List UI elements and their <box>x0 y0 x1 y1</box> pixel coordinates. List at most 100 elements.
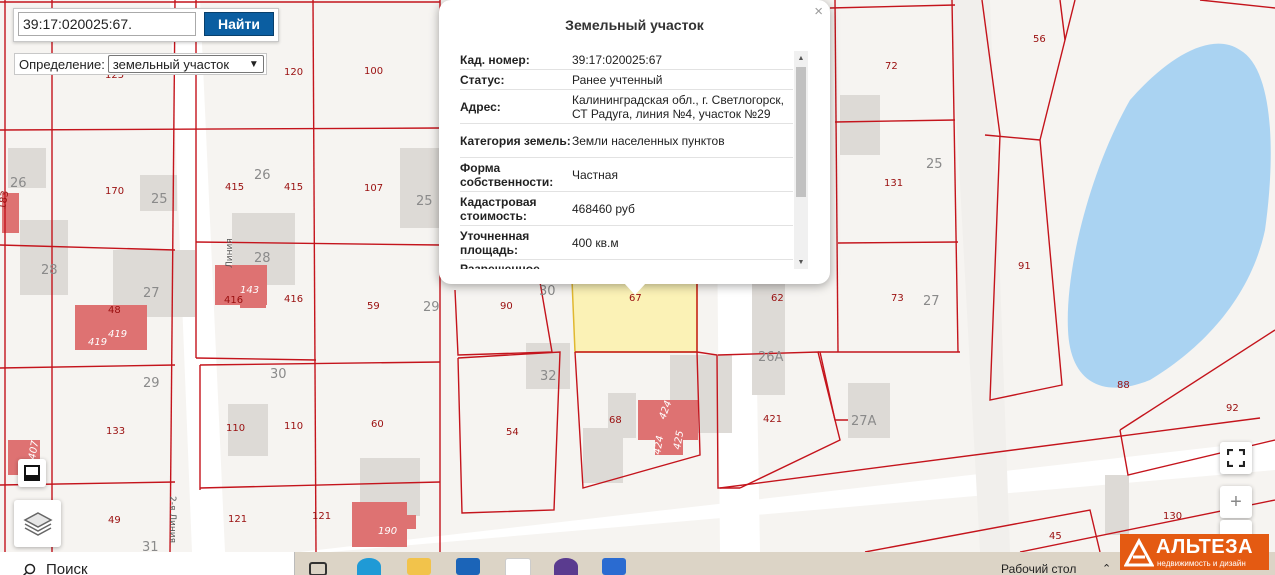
plot-number: 120 <box>284 67 303 78</box>
info-value: Ранее учтенный <box>572 72 663 87</box>
task-view-icon[interactable] <box>309 562 327 575</box>
plot-number: 72 <box>885 61 898 72</box>
zoom-in-button[interactable]: + <box>1220 486 1252 518</box>
plot-number: 143 <box>240 285 259 296</box>
logo-tagline: недвижимость и дизайн <box>1157 559 1246 568</box>
scroll-thumb[interactable] <box>796 67 806 197</box>
desktop-label[interactable]: Рабочий стол <box>1001 562 1076 575</box>
scroll-up-icon[interactable]: ▲ <box>794 51 808 65</box>
popup-pointer <box>624 283 646 295</box>
plot-number: 419 <box>88 337 107 348</box>
taskbar-search[interactable]: Поиск <box>0 552 295 575</box>
block-number: 26 <box>254 168 271 183</box>
plot-number: 133 <box>106 426 125 437</box>
block-number: 28 <box>254 251 271 266</box>
block-number: 26 <box>10 176 27 191</box>
plot-number: 107 <box>364 183 383 194</box>
table-row: Категория земель: Земли населенных пункто… <box>460 124 793 158</box>
block-number: 25 <box>416 194 433 209</box>
plot-number: 48 <box>108 305 121 316</box>
table-row: Адрес: Калининградская обл., г. Светлогор… <box>460 90 793 124</box>
file-explorer-icon[interactable] <box>407 558 431 575</box>
definition-selected-value: земельный участок <box>112 56 230 72</box>
ruler-icon <box>24 465 40 481</box>
plot-number: 416 <box>224 295 243 306</box>
table-row: Уточненная площадь: 400 кв.м <box>460 226 793 260</box>
plot-number: 73 <box>891 293 904 304</box>
plot-number: 49 <box>108 515 121 526</box>
fullscreen-icon <box>1227 449 1245 467</box>
info-value: для садоводства <box>572 260 793 269</box>
edge-icon[interactable] <box>357 558 381 575</box>
block-number: 27 <box>923 294 940 309</box>
street-label: 2-я Линия <box>167 496 177 543</box>
block-number: 27А <box>851 414 877 429</box>
layers-button[interactable] <box>14 500 61 547</box>
block-number: 25 <box>926 157 943 172</box>
cadastral-search-box: Найти <box>13 8 279 42</box>
plot-number: 91 <box>1018 261 1031 272</box>
info-key: Категория земель: <box>460 133 571 148</box>
plot-number: 415 <box>225 182 244 193</box>
plot-number: 121 <box>312 511 331 522</box>
table-row: Кад. номер: 39:17:020025:67 <box>460 50 793 70</box>
yandex-browser-icon[interactable] <box>505 558 531 575</box>
table-row: Статус: Ранее учтенный <box>460 70 793 90</box>
cadastral-number-input[interactable] <box>18 12 196 36</box>
find-button[interactable]: Найти <box>204 12 274 36</box>
info-key: Разрешенное <box>460 262 540 269</box>
active-app-icon[interactable] <box>602 558 626 575</box>
table-row: Кадастровая стоимость: 468460 руб <box>460 192 793 226</box>
info-key: Адрес: <box>460 99 501 114</box>
plot-number: 88 <box>1117 380 1130 391</box>
parcel-info-popup: × Земельный участок Кад. номер: 39:17:020… <box>439 0 830 284</box>
plot-number: 419 <box>108 329 127 340</box>
definition-label: Определение: <box>19 56 105 72</box>
block-number: 27 <box>143 286 160 301</box>
fullscreen-button[interactable] <box>1220 442 1252 474</box>
definition-select[interactable]: земельный участок ▼ <box>107 55 264 73</box>
plot-number: 415 <box>284 182 303 193</box>
plot-number: 121 <box>228 514 247 525</box>
block-number: 28 <box>41 263 58 278</box>
chevron-up-icon[interactable]: ⌃ <box>1102 562 1111 575</box>
search-icon <box>22 563 36 575</box>
plot-number: 110 <box>284 421 303 432</box>
plot-number: 92 <box>1226 403 1239 414</box>
plot-number: 90 <box>500 301 513 312</box>
popup-scrollbar[interactable]: ▲ ▼ <box>794 51 808 269</box>
zoom-in-label: + <box>1230 490 1242 513</box>
chevron-down-icon: ▼ <box>248 58 259 70</box>
windows-taskbar: Поиск Рабочий стол ⌃ LB РУС <box>0 552 1275 575</box>
scroll-down-icon[interactable]: ▼ <box>794 255 808 269</box>
info-key: Уточненная площадь: <box>460 228 530 257</box>
info-value: Частная <box>572 167 618 182</box>
parcel-info-table[interactable]: Кад. номер: 39:17:020025:67 Статус: Ранее … <box>460 50 793 269</box>
plot-number: 416 <box>284 294 303 305</box>
outlook-icon[interactable] <box>456 558 480 575</box>
layers-icon <box>22 511 53 536</box>
logo-mark-icon <box>1124 537 1154 567</box>
ruler-button[interactable] <box>18 459 46 487</box>
taskbar-search-placeholder: Поиск <box>46 561 88 575</box>
street-label: Линия <box>225 238 235 268</box>
plot-number: 131 <box>884 178 903 189</box>
info-value: 39:17:020025:67 <box>572 52 663 67</box>
definition-row: Определение: земельный участок ▼ <box>14 53 267 75</box>
logo-name: АЛЬТЕЗА <box>1156 536 1254 558</box>
altezza-logo: АЛЬТЕЗА недвижимость и дизайн <box>1120 534 1269 570</box>
block-number: 25 <box>151 192 168 207</box>
plot-number: 59 <box>367 301 380 312</box>
block-number: 31 <box>142 540 159 552</box>
popup-title: Земельный участок <box>565 17 704 33</box>
plot-number: 170 <box>105 186 124 197</box>
plot-number: 68 <box>609 415 622 426</box>
block-number: 29 <box>423 300 440 315</box>
block-number: 30 <box>270 367 287 382</box>
app-icon[interactable] <box>554 558 578 575</box>
info-value: Земли населенных пунктов <box>572 133 725 148</box>
info-key: Форма собственности: <box>460 160 554 189</box>
plot-number: 60 <box>371 419 384 430</box>
plot-number: 54 <box>506 427 519 438</box>
info-value: 400 кв.м <box>572 235 619 250</box>
